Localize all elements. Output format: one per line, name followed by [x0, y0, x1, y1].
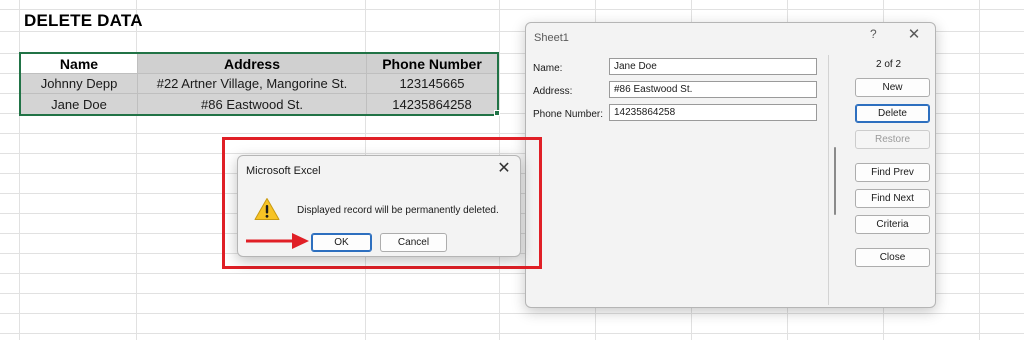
close-icon[interactable]: ✕ — [494, 159, 514, 179]
arrow-icon — [246, 233, 309, 249]
table-row: Johnny Depp #22 Artner Village, Mangorin… — [21, 74, 497, 94]
header-cell-address[interactable]: Address — [138, 54, 367, 74]
table-cell[interactable]: Johnny Depp — [21, 74, 138, 94]
criteria-button[interactable]: Criteria — [855, 215, 930, 234]
close-icon[interactable]: ✕ — [904, 25, 924, 43]
sheet-title: DELETE DATA — [24, 11, 143, 30]
field-label-name: Name: — [533, 63, 563, 74]
phone-number-field[interactable] — [609, 104, 817, 121]
table-cell[interactable]: 14235864258 — [367, 94, 497, 114]
table-header-row: Name Address Phone Number — [21, 54, 497, 74]
new-button[interactable]: New — [855, 78, 930, 97]
table-row: Jane Doe #86 Eastwood St. 14235864258 — [21, 94, 497, 114]
delete-button[interactable]: Delete — [855, 104, 930, 123]
address-field[interactable] — [609, 81, 817, 98]
data-table: Name Address Phone Number Johnny Depp #2… — [19, 52, 499, 116]
scrollbar-track[interactable] — [828, 55, 829, 305]
restore-button[interactable]: Restore — [855, 130, 930, 149]
cancel-button[interactable]: Cancel — [380, 233, 447, 252]
data-form-title: Sheet1 — [534, 32, 569, 44]
fill-handle[interactable] — [494, 110, 500, 116]
header-cell-name[interactable]: Name — [21, 54, 138, 74]
ok-button[interactable]: OK — [311, 233, 372, 252]
table-cell[interactable]: #22 Artner Village, Mangorine St. — [138, 74, 367, 94]
header-cell-phone[interactable]: Phone Number — [367, 54, 497, 74]
help-icon[interactable]: ? — [870, 27, 884, 41]
find-prev-button[interactable]: Find Prev — [855, 163, 930, 182]
dialog-title: Microsoft Excel — [246, 165, 321, 177]
scrollbar-thumb[interactable] — [834, 147, 836, 215]
table-cell[interactable]: #86 Eastwood St. — [138, 94, 367, 114]
field-label-address: Address: — [533, 86, 573, 97]
dialog-message: Displayed record will be permanently del… — [297, 205, 499, 216]
warning-icon — [254, 198, 280, 220]
table-cell[interactable]: 123145665 — [367, 74, 497, 94]
field-label-phone: Phone Number: — [533, 109, 604, 120]
find-next-button[interactable]: Find Next — [855, 189, 930, 208]
name-field[interactable] — [609, 58, 817, 75]
close-button[interactable]: Close — [855, 248, 930, 267]
table-cell[interactable]: Jane Doe — [21, 94, 138, 114]
record-counter: 2 of 2 — [876, 59, 902, 70]
data-form-dialog: Sheet1 ? ✕ Name: Address: Phone Number: … — [525, 22, 936, 308]
